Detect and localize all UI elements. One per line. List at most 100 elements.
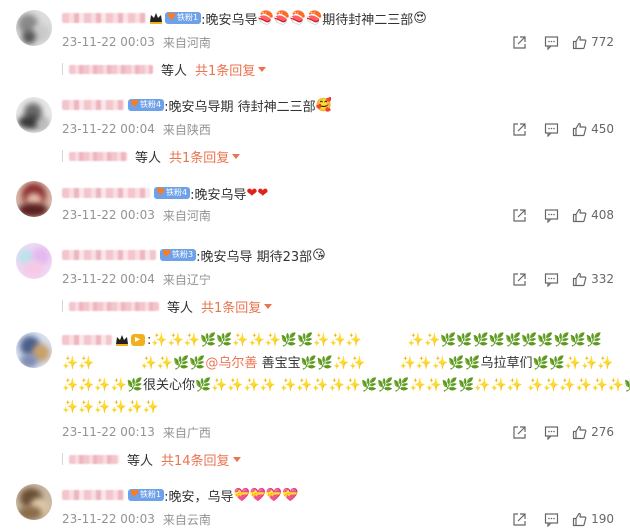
comment-icon — [544, 512, 558, 527]
comment-text: :晚安乌导期 待封神二三部 — [164, 99, 316, 115]
chevron-down-icon[interactable] — [232, 456, 241, 462]
share-button[interactable] — [508, 120, 530, 138]
comment-location: 来自云南 — [162, 512, 211, 527]
red-heart-emoji: ❤❤ — [246, 185, 269, 201]
comment-time: 23-11-22 00:03 — [62, 512, 155, 526]
reply-summary: 等人 共1条回复 — [62, 296, 273, 316]
sparkles-herb-emoji: 🌿✨✨✨✨ ✨✨✨✨✨🌿🌿🌿✨✨🌿🌿✨✨✨ ✨✨✨✨✨✨🌿 — [194, 378, 630, 393]
kissing-heart-emoji: 🥰 — [315, 97, 332, 113]
share-button[interactable] — [508, 206, 530, 224]
share-button[interactable] — [508, 270, 530, 288]
like-button[interactable]: 276 — [572, 425, 614, 440]
comment-location: 来自陕西 — [162, 122, 211, 137]
comment-text: 乌拉草们 — [480, 356, 533, 371]
avatar[interactable] — [16, 243, 52, 279]
fan-badge: ♥ 铁粉4 — [128, 99, 165, 111]
comment-text-suffix: 期待封神二三部 — [322, 12, 414, 28]
sparkles-emoji: ✨✨✨✨✨✨ — [62, 400, 160, 415]
share-button[interactable] — [508, 510, 530, 528]
like-count: 332 — [591, 272, 614, 286]
chevron-down-icon[interactable] — [264, 303, 273, 309]
replier-name[interactable] — [69, 454, 119, 464]
share-button[interactable] — [508, 33, 530, 51]
blush-emoji: 😘 — [312, 247, 326, 263]
replier-name[interactable] — [69, 151, 127, 161]
crown-icon — [116, 335, 128, 346]
comment-location: 来自广西 — [162, 425, 211, 440]
username[interactable] — [62, 100, 124, 110]
like-button[interactable]: 772 — [572, 35, 614, 50]
thumbs-up-icon — [572, 208, 587, 222]
comment-text-line: ✨✨✨✨✨✨ — [62, 398, 159, 418]
replier-name[interactable] — [69, 64, 153, 74]
like-button[interactable]: 332 — [572, 272, 614, 287]
username[interactable] — [62, 188, 150, 198]
chevron-down-icon[interactable] — [258, 66, 267, 72]
view-replies-link[interactable]: 共1条回复 — [169, 147, 229, 166]
view-replies-link[interactable]: 共14条回复 — [161, 450, 230, 469]
comment-button[interactable] — [540, 120, 562, 138]
comment-button[interactable] — [540, 33, 562, 51]
like-button[interactable]: 408 — [572, 208, 614, 223]
like-button[interactable]: 450 — [572, 122, 614, 137]
reply-wait-label: 等人 — [135, 150, 162, 166]
avatar[interactable] — [16, 97, 52, 133]
avatar[interactable] — [16, 10, 52, 46]
username[interactable] — [62, 13, 146, 23]
sparkles-herb-emoji: ✨✨✨🌿🌿 — [399, 356, 481, 371]
replier-name[interactable] — [69, 301, 159, 311]
like-count: 450 — [591, 122, 614, 136]
view-replies-link[interactable]: 共1条回复 — [195, 60, 255, 79]
comment-time: 23-11-22 00:13 — [62, 425, 155, 439]
comment-location: 来自河南 — [162, 35, 211, 50]
sparkles-herb-emoji: ✨✨✨✨🌿 — [62, 378, 143, 393]
comment-icon — [544, 208, 558, 223]
comment-time: 23-11-22 00:03 — [62, 35, 155, 49]
username[interactable] — [62, 335, 112, 345]
view-replies-link[interactable]: 共1条回复 — [201, 297, 261, 316]
comment-text: :晚安乌导 — [190, 187, 247, 203]
share-icon — [512, 272, 526, 286]
fan-badge: ♥ 铁粉3 — [160, 249, 197, 261]
reply-wait-label: 等人 — [167, 300, 194, 316]
reply-summary: 等人 共14条回复 — [62, 449, 241, 469]
herb-emoji: 🌿🌿✨✨ — [300, 356, 366, 371]
like-button[interactable]: 190 — [572, 512, 614, 527]
avatar[interactable] — [16, 484, 52, 520]
share-icon — [512, 122, 526, 136]
comment-icon — [544, 272, 558, 287]
comment-text: :晚安，乌导 — [164, 489, 234, 505]
sushi-emoji: 🍣🍣🍣🍣 — [257, 10, 323, 26]
comment-location: 来自辽宁 — [162, 272, 211, 287]
thumbs-up-icon — [572, 122, 587, 136]
share-button[interactable] — [508, 423, 530, 441]
username[interactable] — [62, 250, 156, 260]
comment-button[interactable] — [540, 510, 562, 528]
mention-link[interactable]: @乌尔善 — [205, 356, 257, 371]
chevron-down-icon[interactable] — [232, 153, 241, 159]
reply-wait-label: 等人 — [161, 63, 188, 79]
avatar[interactable] — [16, 181, 52, 217]
username[interactable] — [62, 490, 124, 500]
thumbs-up-icon — [572, 425, 587, 439]
comment-text: 善宝宝 — [261, 356, 301, 371]
comment-time: 23-11-22 00:03 — [62, 208, 155, 222]
share-icon — [512, 208, 526, 222]
fan-badge: ♥ 铁粉4 — [154, 187, 191, 199]
crown-icon — [150, 13, 162, 24]
comment-button[interactable] — [540, 270, 562, 288]
fan-badge: ♥ 铁粉1 — [165, 12, 202, 24]
sparkles-emoji: ✨✨ — [62, 356, 95, 371]
comment-button[interactable] — [540, 423, 562, 441]
reply-summary: 等人 共1条回复 — [62, 146, 241, 166]
comment-icon — [544, 35, 558, 50]
gift-heart-emoji: 💝💝💝💝 — [233, 487, 299, 503]
comment-text-line: ✨✨ ✨✨🌿🌿@乌尔善 善宝宝🌿🌿✨✨ ✨✨✨🌿🌿乌拉草们🌿🌿✨✨✨ — [62, 354, 614, 374]
thumbs-up-icon — [572, 272, 587, 286]
avatar[interactable] — [16, 332, 52, 368]
comment-icon — [544, 425, 558, 440]
fan-badge: ♥ 铁粉1 — [128, 489, 165, 501]
thumbs-up-icon — [572, 35, 587, 49]
share-icon — [512, 35, 526, 49]
comment-button[interactable] — [540, 206, 562, 224]
